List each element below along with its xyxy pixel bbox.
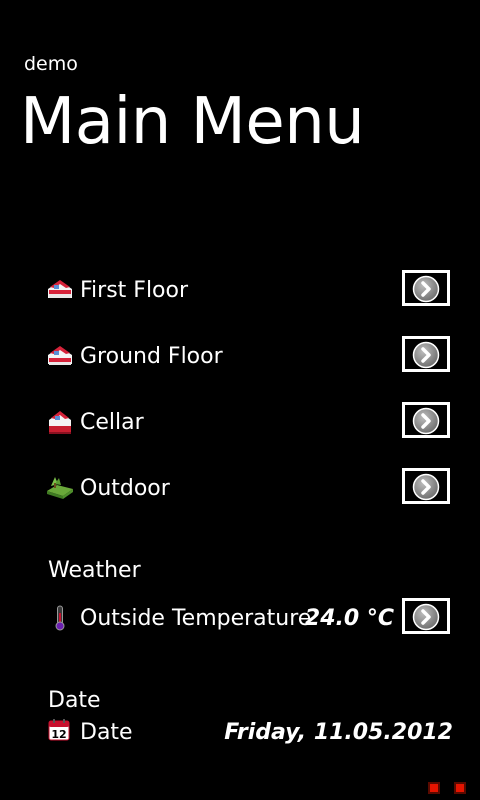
outside-temperature-value: 24.0 °C — [304, 606, 394, 631]
menu-item-label: First Floor — [80, 278, 189, 303]
date-value: Friday, 11.05.2012 — [224, 720, 453, 745]
menu-item-outdoor[interactable]: Outdoor — [0, 468, 480, 510]
house-floor-icon — [46, 342, 74, 370]
menu-item-label: Ground Floor — [80, 344, 223, 369]
ground-floor-go-button[interactable] — [402, 336, 450, 372]
menu-item-cellar[interactable]: Cellar — [0, 402, 480, 444]
outside-temperature-go-button[interactable] — [402, 598, 450, 634]
status-indicators — [428, 782, 466, 794]
app-name: demo — [24, 53, 78, 75]
status-indicator-dot — [428, 782, 440, 794]
chevron-right-icon — [412, 407, 440, 435]
chevron-right-icon — [412, 275, 440, 303]
menu-item-ground-floor[interactable]: Ground Floor — [0, 336, 480, 378]
chevron-right-icon — [412, 603, 440, 631]
outdoor-go-button[interactable] — [402, 468, 450, 504]
outside-temperature-label: Outside Temperature — [80, 606, 312, 631]
thermometer-icon — [46, 604, 74, 632]
outside-temperature-row[interactable]: Outside Temperature 24.0 °C — [0, 598, 480, 640]
weather-section-header: Weather — [48, 558, 141, 583]
date-label: Date — [80, 720, 133, 745]
chevron-right-icon — [412, 341, 440, 369]
page-title: Main Menu — [20, 85, 365, 159]
status-indicator-dot — [454, 782, 466, 794]
cellar-go-button[interactable] — [402, 402, 450, 438]
date-section-header: Date — [48, 688, 101, 713]
menu-item-label: Cellar — [80, 410, 144, 435]
menu-item-label: Outdoor — [80, 476, 170, 501]
date-row: 12 Date Friday, 11.05.2012 — [0, 712, 480, 754]
outdoor-icon — [46, 474, 74, 502]
calendar-day-number: 12 — [51, 728, 66, 741]
house-floor-icon — [46, 276, 74, 304]
first-floor-go-button[interactable] — [402, 270, 450, 306]
menu-item-first-floor[interactable]: First Floor — [0, 270, 480, 312]
calendar-icon: 12 — [48, 719, 72, 743]
house-cellar-icon — [46, 408, 74, 436]
chevron-right-icon — [412, 473, 440, 501]
